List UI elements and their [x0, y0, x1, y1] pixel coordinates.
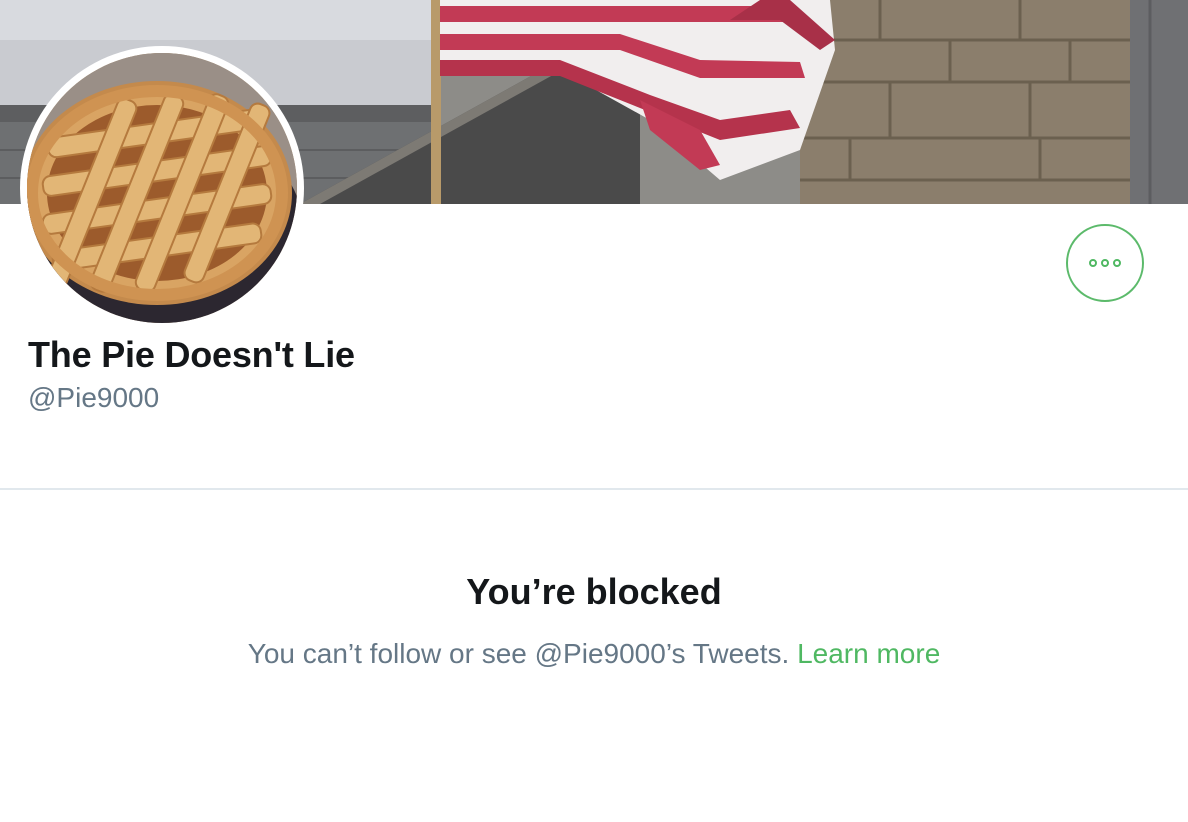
learn-more-link[interactable]: Learn more: [797, 638, 940, 669]
profile-avatar[interactable]: [20, 46, 304, 330]
avatar-image: [27, 53, 297, 323]
dot: [1101, 259, 1109, 267]
dot: [1113, 259, 1121, 267]
more-options-button[interactable]: [1066, 224, 1144, 302]
more-horizontal-icon: [1089, 259, 1121, 267]
divider: [0, 488, 1188, 490]
dot: [1089, 259, 1097, 267]
profile-display-name: The Pie Doesn't Lie: [28, 334, 355, 375]
blocked-message: You can’t follow or see @Pie9000’s Tweet…: [247, 638, 790, 669]
profile-handle: @Pie9000: [28, 382, 160, 413]
blocked-message-line: You can’t follow or see @Pie9000’s Tweet…: [0, 638, 1188, 670]
blocked-title: You’re blocked: [466, 571, 722, 612]
